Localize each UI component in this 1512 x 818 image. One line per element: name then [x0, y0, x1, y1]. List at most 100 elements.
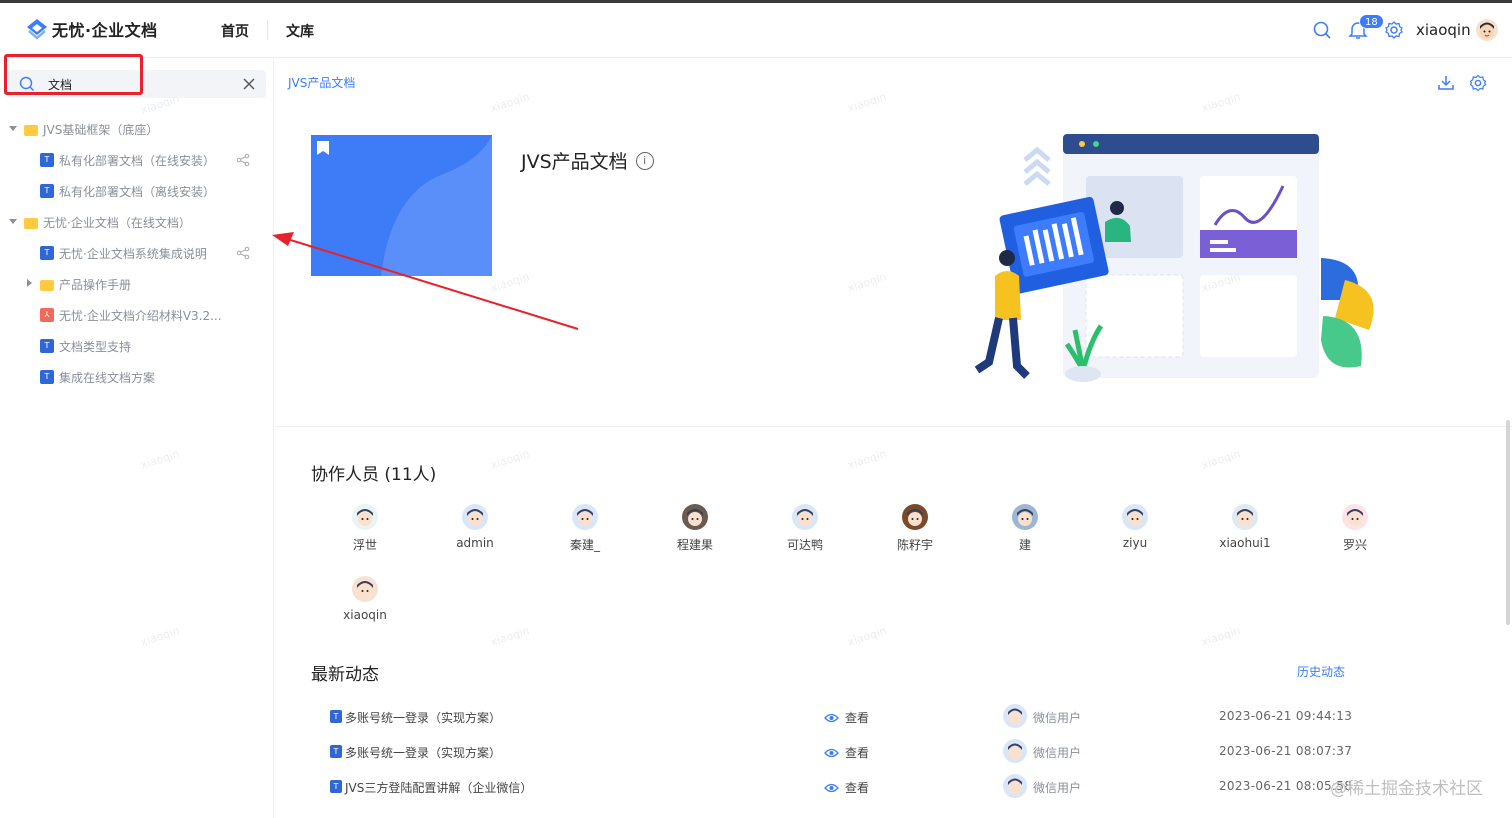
- document-icon: T: [330, 710, 342, 723]
- tree-item-label: 私有化部署文档（在线安装）: [59, 153, 216, 168]
- document-icon: T: [40, 370, 54, 384]
- activity-row: T JVS三方登陆配置讲解（企业微信） 查看 微信用户 2023-06-21 08:05…: [330, 774, 1500, 798]
- nav-home[interactable]: 首页: [221, 21, 249, 41]
- collaborator-name: ziyu: [1122, 536, 1148, 550]
- chevron-right-icon[interactable]: [24, 277, 34, 291]
- search-icon: [19, 76, 34, 91]
- search-box[interactable]: [8, 70, 266, 98]
- notification-badge: 18: [1359, 14, 1384, 29]
- sidebar: JVS基础框架（底座） T 私有化部署文档（在线安装） T 私有化部署文档（离线…: [0, 58, 274, 818]
- collaborator[interactable]: xiaoqin: [325, 576, 405, 622]
- tree-item[interactable]: 无忧·企业文档（在线文档）: [8, 211, 191, 233]
- view-button[interactable]: 查看: [824, 709, 869, 726]
- view-label: 查看: [845, 781, 870, 795]
- collaborator-name: 可达鸭: [786, 538, 823, 552]
- collaborator[interactable]: 浮世: [325, 504, 405, 553]
- close-icon[interactable]: [242, 77, 256, 91]
- pdf-icon: ⅄: [40, 308, 54, 322]
- collaborator[interactable]: 建: [985, 504, 1065, 553]
- tree-item-label: 私有化部署文档（离线安装）: [59, 184, 216, 199]
- collaborator[interactable]: ziyu: [1095, 504, 1175, 550]
- tree-item-label: 集成在线文档方案: [59, 370, 156, 385]
- collaborator-name: admin: [456, 536, 494, 550]
- share-icon[interactable]: [236, 246, 250, 260]
- chevron-down-icon[interactable]: [8, 215, 18, 229]
- collaborator[interactable]: 秦建_: [545, 504, 625, 553]
- tree-item[interactable]: T 私有化部署文档（在线安装）: [40, 149, 264, 171]
- tree-item[interactable]: T 私有化部署文档（离线安装）: [40, 180, 215, 202]
- chevron-down-icon[interactable]: [8, 122, 18, 136]
- collaborator[interactable]: xiaohui1: [1205, 504, 1285, 550]
- tree-item[interactable]: ⅄ 无忧·企业文档介绍材料V3.2...: [40, 304, 222, 326]
- collaborators-title: 协作人员 (11人): [311, 465, 437, 485]
- view-button[interactable]: 查看: [824, 744, 869, 761]
- document-icon: T: [40, 339, 54, 353]
- logo-text: 无忧·企业文档: [52, 21, 158, 40]
- avatar: [352, 504, 378, 530]
- collaborator-name: 罗兴: [1342, 538, 1367, 552]
- tree-item[interactable]: T 文档类型支持: [40, 335, 131, 357]
- share-icon[interactable]: [236, 153, 250, 167]
- collaborator[interactable]: admin: [435, 504, 515, 550]
- activity-user: 微信用户: [1033, 746, 1082, 760]
- tree-item-label: JVS基础框架（底座）: [43, 122, 159, 137]
- history-link[interactable]: 历史动态: [1297, 663, 1345, 680]
- activity-row: T 多账号统一登录（实现方案） 查看 微信用户 2023-06-21 08:07:37: [330, 739, 1500, 763]
- collaborator-name: xiaoqin: [343, 608, 387, 622]
- tree-item[interactable]: 产品操作手册: [24, 273, 131, 295]
- activity-user: 微信用户: [1033, 781, 1082, 795]
- gear-icon[interactable]: [1384, 20, 1404, 40]
- app-logo[interactable]: 无忧·企业文档: [26, 17, 158, 41]
- search-input[interactable]: [48, 74, 228, 94]
- eye-icon: [824, 748, 839, 757]
- workspace-illustration: [974, 134, 1374, 382]
- tree-item-label: 无忧·企业文档（在线文档）: [43, 215, 191, 230]
- collaborator[interactable]: 陈籽宇: [875, 504, 955, 553]
- nav-library[interactable]: 文库: [286, 21, 314, 41]
- watermark: xiaoqin: [845, 90, 889, 115]
- document-icon: T: [330, 745, 342, 758]
- activity-doc-title[interactable]: JVS三方登陆配置讲解（企业微信）: [345, 779, 532, 796]
- avatar: [1012, 504, 1038, 530]
- avatar: [572, 504, 598, 530]
- view-button[interactable]: 查看: [824, 779, 869, 796]
- tree-item-label: 无忧·企业文档系统集成说明: [59, 246, 207, 261]
- tree-item[interactable]: JVS基础框架（底座）: [8, 118, 158, 140]
- breadcrumb[interactable]: JVS产品文档: [288, 74, 355, 91]
- doc-title-row: JVS产品文档 i: [521, 147, 654, 174]
- user-avatar[interactable]: [1476, 19, 1498, 41]
- tree-item-label: 无忧·企业文档介绍材料V3.2...: [59, 308, 222, 323]
- tree-item[interactable]: T 集成在线文档方案: [40, 366, 155, 388]
- scrollbar[interactable]: [1506, 420, 1510, 625]
- watermark: xiaoqin: [488, 90, 532, 115]
- activity-doc-title[interactable]: 多账号统一登录（实现方案）: [345, 744, 501, 761]
- activity-doc-title[interactable]: 多账号统一登录（实现方案）: [345, 709, 501, 726]
- watermark: xiaoqin: [488, 624, 532, 649]
- document-icon: T: [40, 184, 54, 198]
- watermark: xiaoqin: [845, 624, 889, 649]
- activity-row: T 多账号统一登录（实现方案） 查看 微信用户 2023-06-21 09:44:13: [330, 704, 1500, 728]
- avatar: [462, 504, 488, 530]
- collaborator[interactable]: 程建果: [655, 504, 735, 553]
- section-divider: [275, 426, 1512, 427]
- collaborator-name: 浮世: [352, 538, 377, 552]
- username[interactable]: xiaoqin: [1416, 21, 1471, 39]
- folder-icon: [24, 124, 38, 136]
- eye-icon: [824, 783, 839, 792]
- logo-icon: [27, 19, 47, 40]
- collaborator[interactable]: 可达鸭: [765, 504, 845, 553]
- info-icon[interactable]: i: [635, 151, 654, 170]
- activity-user: 微信用户: [1033, 711, 1082, 725]
- avatar-face-icon: [1480, 22, 1494, 39]
- watermark: xiaoqin: [488, 447, 532, 472]
- doc-title: JVS产品文档: [521, 151, 628, 173]
- download-icon[interactable]: [1437, 74, 1455, 92]
- eye-icon: [824, 713, 839, 722]
- tree-item[interactable]: T 无忧·企业文档系统集成说明: [40, 242, 264, 264]
- view-label: 查看: [845, 711, 870, 725]
- avatar: [682, 504, 708, 530]
- collaborator[interactable]: 罗兴: [1315, 504, 1395, 553]
- search-icon[interactable]: [1312, 20, 1332, 40]
- settings-icon[interactable]: [1469, 74, 1487, 92]
- tree-item-label: 文档类型支持: [59, 339, 132, 354]
